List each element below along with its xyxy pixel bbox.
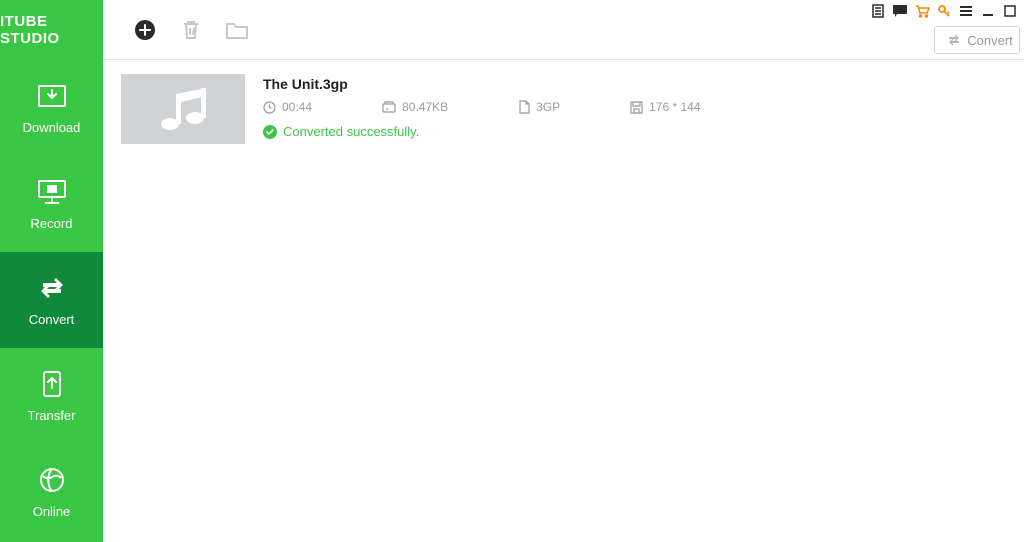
sidebar-item-label: Convert [29, 312, 75, 327]
download-icon [34, 82, 70, 110]
convert-arrows-icon [947, 33, 961, 47]
sidebar-item-label: Online [33, 504, 71, 519]
folder-button[interactable] [223, 16, 251, 44]
clock-icon [263, 101, 276, 114]
save-icon [630, 101, 643, 114]
check-circle-icon [263, 125, 277, 139]
cart-icon[interactable] [914, 3, 930, 19]
sidebar-item-download[interactable]: Download [0, 60, 103, 156]
sidebar-item-convert[interactable]: Convert [0, 252, 103, 348]
window-controls [870, 3, 1018, 19]
convert-icon [34, 274, 70, 302]
sidebar: ITUBE STUDIO Download Record Convert Tra… [0, 0, 103, 542]
sidebar-item-record[interactable]: Record [0, 156, 103, 252]
sidebar-item-online[interactable]: Online [0, 444, 103, 540]
record-icon [34, 178, 70, 206]
sidebar-item-label: Download [23, 120, 81, 135]
convert-button[interactable]: Convert [934, 26, 1020, 54]
minimize-icon[interactable] [980, 3, 996, 19]
thumbnail [121, 74, 245, 144]
toolbar: Convert [103, 0, 1024, 60]
size-value: 80.47KB [402, 100, 448, 114]
duration-stat: 00:44 [263, 100, 312, 114]
menu-icon[interactable] [958, 3, 974, 19]
file-icon [518, 100, 530, 114]
sidebar-item-transfer[interactable]: Transfer [0, 348, 103, 444]
format-value: 3GP [536, 100, 560, 114]
disk-icon [382, 101, 396, 113]
brand-title: ITUBE STUDIO [0, 0, 103, 60]
key-icon[interactable] [936, 3, 952, 19]
format-stat: 3GP [518, 100, 560, 114]
main: Convert The Unit.3gp 00:44 80.47KB [103, 0, 1024, 542]
size-stat: 80.47KB [382, 100, 448, 114]
file-stats: 00:44 80.47KB 3GP 176 * 144 [263, 100, 1006, 114]
file-meta: The Unit.3gp 00:44 80.47KB 3GP [245, 74, 1006, 144]
add-button[interactable] [131, 16, 159, 44]
resolution-stat: 176 * 144 [630, 100, 700, 114]
chat-icon[interactable] [892, 3, 908, 19]
convert-button-label: Convert [967, 33, 1013, 48]
file-list: The Unit.3gp 00:44 80.47KB 3GP [103, 60, 1024, 158]
file-row[interactable]: The Unit.3gp 00:44 80.47KB 3GP [121, 74, 1006, 144]
duration-value: 00:44 [282, 100, 312, 114]
resolution-value: 176 * 144 [649, 100, 700, 114]
status-text: Converted successfully. [283, 124, 419, 139]
status-row: Converted successfully. [263, 124, 1006, 139]
delete-button[interactable] [177, 16, 205, 44]
globe-icon [34, 466, 70, 494]
maximize-icon[interactable] [1002, 3, 1018, 19]
sidebar-item-label: Record [31, 216, 73, 231]
file-name: The Unit.3gp [263, 76, 1006, 92]
sidebar-item-label: Transfer [28, 408, 76, 423]
transfer-icon [34, 370, 70, 398]
doc-icon[interactable] [870, 3, 886, 19]
